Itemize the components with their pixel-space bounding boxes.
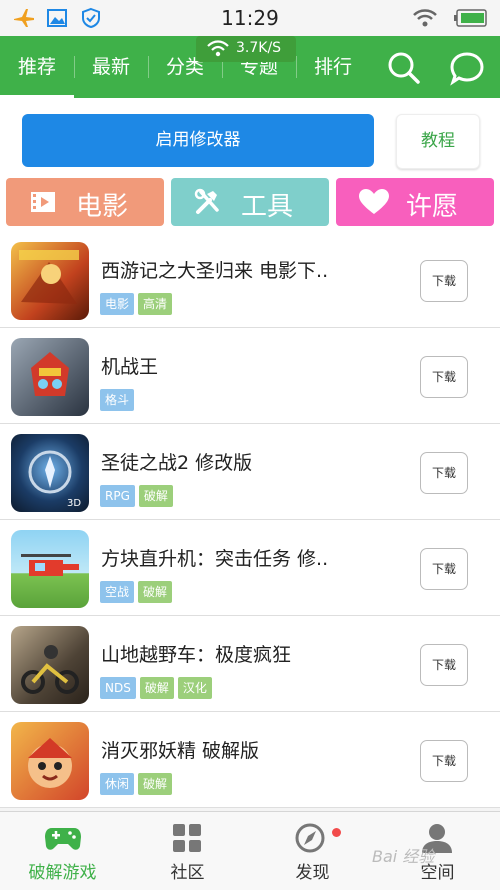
- enable-modifier-button[interactable]: 启用修改器: [22, 114, 374, 167]
- network-speed-toast: 3.7K/S: [196, 36, 296, 62]
- list-item[interactable]: 消灭邪妖精 破解版 休闲 破解 下载: [0, 712, 500, 808]
- app-icon: [11, 338, 89, 416]
- tag: 破解: [138, 485, 173, 507]
- gamepad-icon: [45, 828, 81, 850]
- grid-icon: [173, 824, 201, 852]
- tag: NDS: [100, 677, 136, 699]
- search-icon[interactable]: [386, 50, 422, 86]
- download-button[interactable]: 下载: [420, 740, 468, 782]
- download-button[interactable]: 下载: [420, 356, 468, 398]
- app-name: 圣徒之战2 修改版: [101, 452, 253, 474]
- app-name: 西游记之大圣归来 电影下..: [101, 260, 329, 282]
- tag: 休闲: [100, 773, 135, 795]
- tab-latest[interactable]: 最新: [74, 36, 148, 98]
- watermark: Bai 经验: [372, 847, 435, 866]
- list-item[interactable]: 3D 圣徒之战2 修改版 RPG 破解 下载: [0, 424, 500, 520]
- category-label: 电影: [76, 192, 129, 222]
- category-movie[interactable]: 电影: [6, 178, 164, 226]
- list-item[interactable]: 山地越野车：极度疯狂 NDS 破解 汉化 下载: [0, 616, 500, 712]
- tools-icon: [194, 188, 219, 214]
- bottom-tab-discover[interactable]: 发现: [250, 812, 375, 890]
- download-button[interactable]: 下载: [420, 548, 468, 590]
- wifi-icon: [207, 40, 229, 57]
- category-label: 工具: [241, 192, 294, 222]
- download-button[interactable]: 下载: [420, 452, 468, 494]
- bottom-nav: 破解游戏 社区 发现 空间 Bai 经验: [0, 811, 500, 890]
- compass-icon: [295, 823, 325, 853]
- app-icon: [11, 530, 89, 608]
- notification-badge: [332, 828, 341, 837]
- heart-icon: [359, 189, 389, 214]
- app-icon: [11, 626, 89, 704]
- action-panel: 启用修改器 教程 电影 工具 许愿: [0, 98, 500, 232]
- tag: RPG: [100, 485, 135, 507]
- tag: 电影: [100, 293, 135, 315]
- bottom-tab-label: 发现: [295, 863, 330, 883]
- app-icon: [11, 242, 89, 320]
- bottom-tab-label: 社区: [170, 863, 205, 883]
- tag-list: 电影 高清: [100, 293, 176, 315]
- tag-list: NDS 破解 汉化: [100, 677, 216, 699]
- tag-list: 格斗: [100, 389, 138, 411]
- tag: 破解: [138, 581, 173, 603]
- tag-list: RPG 破解: [100, 485, 177, 507]
- tag: 高清: [138, 293, 173, 315]
- category-label: 许愿: [406, 192, 459, 222]
- svg-text:3D: 3D: [67, 498, 81, 509]
- tag-list: 空战 破解: [100, 581, 176, 603]
- tab-ranking[interactable]: 排行: [296, 36, 370, 98]
- message-icon[interactable]: [449, 50, 485, 86]
- tag: 空战: [100, 581, 135, 603]
- wifi-icon: [413, 9, 437, 27]
- tab-recommend[interactable]: 推荐: [0, 36, 74, 98]
- tag: 破解: [138, 773, 173, 795]
- tag: 破解: [139, 677, 174, 699]
- app-icon: [11, 722, 89, 800]
- list-item[interactable]: 方块直升机：突击任务 修.. 空战 破解 下载: [0, 520, 500, 616]
- app-icon: 3D: [11, 434, 89, 512]
- bottom-tab-label: 破解游戏: [28, 863, 97, 883]
- download-button[interactable]: 下载: [420, 644, 468, 686]
- tag: 格斗: [100, 389, 135, 411]
- category-tools[interactable]: 工具: [171, 178, 329, 226]
- list-item[interactable]: 西游记之大圣归来 电影下.. 电影 高清 下载: [0, 232, 500, 328]
- app-name: 机战王: [101, 356, 159, 378]
- battery-icon: [454, 9, 487, 27]
- app-name: 山地越野车：极度疯狂: [101, 644, 292, 666]
- category-wish[interactable]: 许愿: [336, 178, 494, 226]
- tag-list: 休闲 破解: [100, 773, 176, 795]
- tag: 汉化: [177, 677, 212, 699]
- list-item[interactable]: 机战王 格斗 下载: [0, 328, 500, 424]
- film-icon: [31, 192, 55, 212]
- app-name: 方块直升机：突击任务 修..: [101, 548, 329, 570]
- tutorial-button[interactable]: 教程: [396, 114, 480, 169]
- download-button[interactable]: 下载: [420, 260, 468, 302]
- app-name: 消灭邪妖精 破解版: [101, 740, 260, 762]
- status-bar: 11:29: [0, 0, 500, 36]
- network-speed: 3.7K/S: [236, 40, 282, 56]
- bottom-tab-cracked-games[interactable]: 破解游戏: [0, 812, 125, 890]
- bottom-tab-community[interactable]: 社区: [125, 812, 250, 890]
